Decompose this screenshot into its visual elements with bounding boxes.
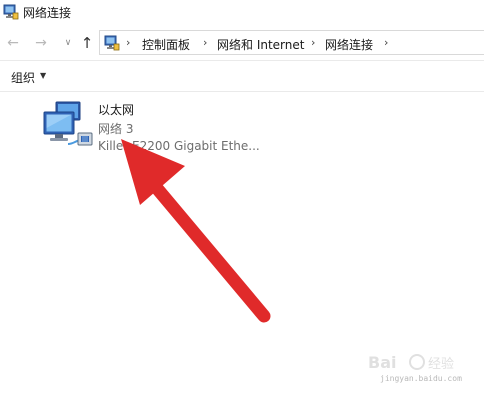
address-bar[interactable]: › 控制面板 › 网络和 Internet › 网络连接 › <box>99 30 484 55</box>
organize-menu-button[interactable]: 组织 <box>11 69 35 86</box>
breadcrumb-network-internet[interactable]: 网络和 Internet <box>217 36 304 53</box>
svg-text:Bai: Bai <box>368 353 396 372</box>
connection-adapter: Killer E2200 Gigabit Ethe... <box>98 139 260 153</box>
breadcrumb-separator: › <box>126 36 131 49</box>
breadcrumb-network-connections[interactable]: 网络连接 <box>325 36 373 53</box>
breadcrumb-separator: › <box>311 36 316 49</box>
svg-text:经验: 经验 <box>428 356 454 372</box>
forward-button[interactable]: → <box>33 35 49 51</box>
connection-status: 网络 3 <box>98 122 134 136</box>
list-item[interactable]: 以太网 网络 3 Killer E2200 Gigabit Ethe... <box>40 98 280 154</box>
network-connections-icon <box>3 4 19 20</box>
watermark-logo: Bai 经验 <box>368 353 454 372</box>
window-title: 网络连接 <box>23 6 72 20</box>
connection-name: 以太网 <box>98 103 135 117</box>
title-bar: 网络连接 <box>0 0 484 26</box>
control-panel-icon <box>104 35 120 51</box>
watermark-text: jingyan.baidu.com <box>380 374 462 383</box>
recent-locations-button[interactable]: ∨ <box>60 35 76 51</box>
breadcrumb-control-panel[interactable]: 控制面板 <box>142 36 190 53</box>
arrow-left-icon: ← <box>7 35 19 51</box>
arrow-up-icon: ↑ <box>80 34 94 52</box>
command-bar: 组织 ▼ <box>0 60 484 92</box>
chevron-down-icon: ∨ <box>64 38 72 48</box>
back-button[interactable]: ← <box>5 35 21 51</box>
navigation-bar: ← → ∨ ↑ › 控制面板 › 网络和 Internet › 网络连接 › <box>0 28 484 58</box>
breadcrumb-separator[interactable]: › <box>384 36 388 49</box>
up-button[interactable]: ↑ <box>79 35 95 51</box>
ethernet-adapter-icon <box>43 101 93 146</box>
arrow-right-icon: → <box>35 35 47 51</box>
chevron-down-icon: ▼ <box>40 71 47 80</box>
breadcrumb-separator: › <box>203 36 208 49</box>
